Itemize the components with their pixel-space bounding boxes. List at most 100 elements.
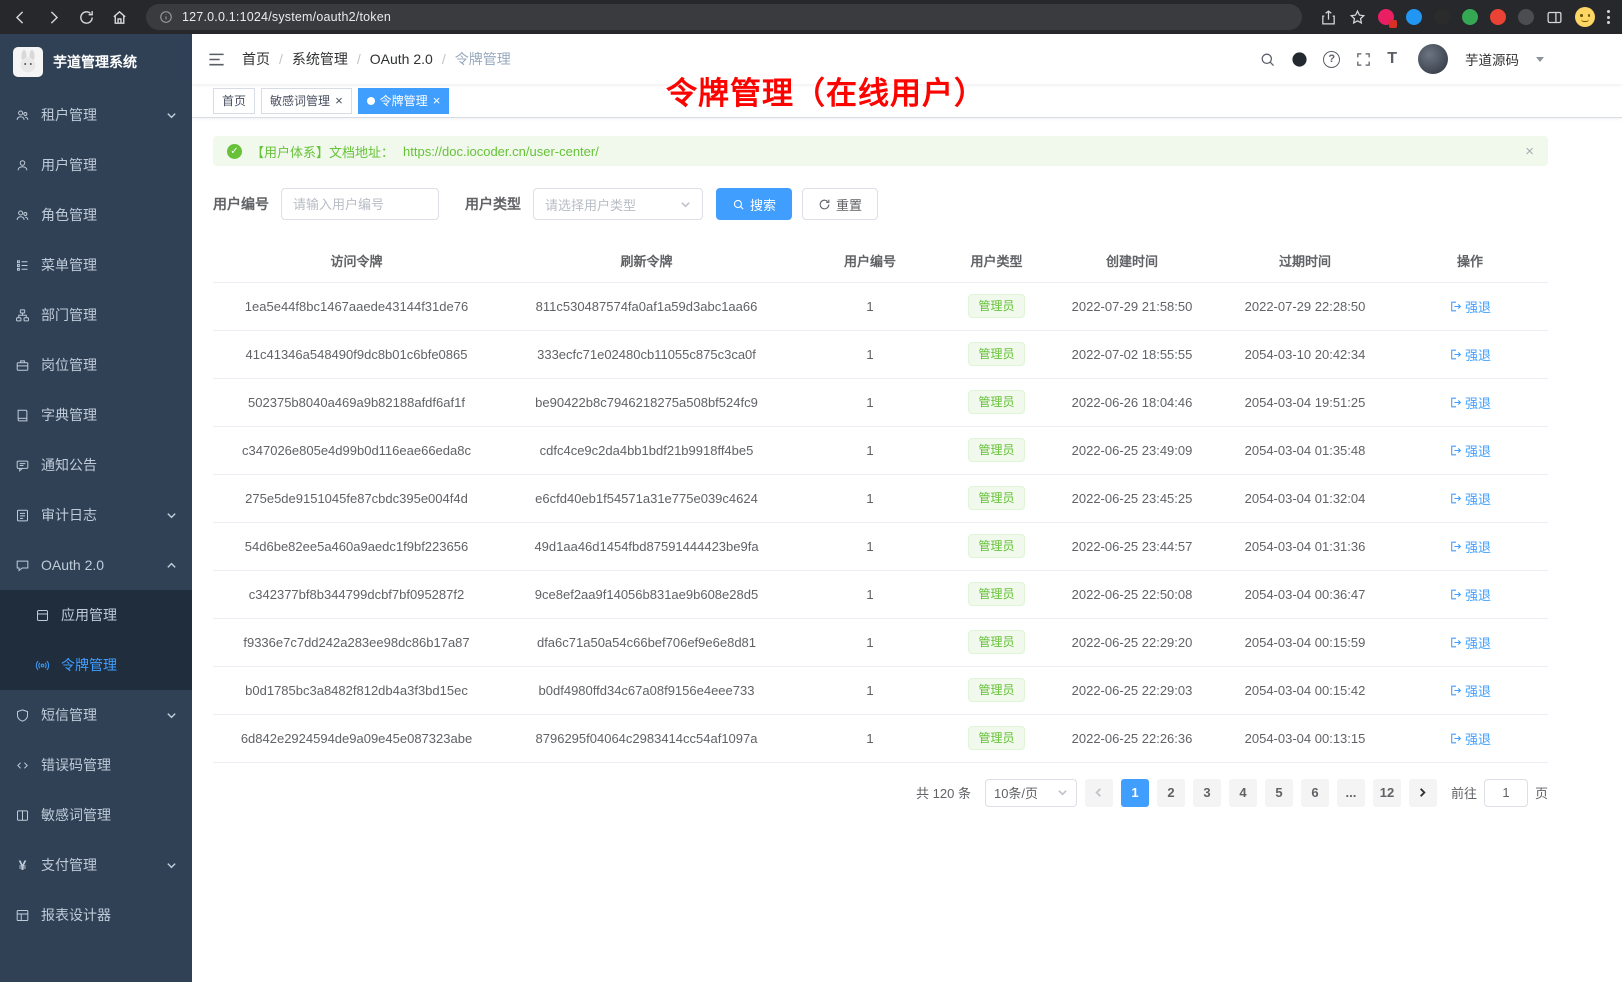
help-icon[interactable]: ? — [1323, 51, 1340, 68]
chevron-left-icon — [1093, 787, 1104, 798]
back-icon[interactable] — [12, 9, 29, 26]
sidebar-item-payment[interactable]: ¥ 支付管理 — [0, 840, 192, 890]
url-text[interactable]: 127.0.0.1:1024/system/oauth2/token — [182, 10, 391, 24]
tab-sensitive-words[interactable]: 敏感词管理 × — [261, 88, 352, 114]
sidebar-item-dict[interactable]: 字典管理 — [0, 390, 192, 440]
caret-down-icon[interactable] — [1536, 57, 1544, 62]
user-type-tag: 管理员 — [968, 342, 1024, 366]
sidebar-item-dept[interactable]: 部门管理 — [0, 290, 192, 340]
page-button-3[interactable]: 3 — [1193, 779, 1221, 807]
user-avatar[interactable] — [1418, 44, 1448, 74]
breadcrumb-system[interactable]: 系统管理 — [292, 49, 348, 69]
sidebar-item-tenant[interactable]: 租户管理 — [0, 90, 192, 140]
sidebar-item-error-code[interactable]: 错误码管理 — [0, 740, 192, 790]
page-button-12[interactable]: 12 — [1373, 779, 1401, 807]
reload-icon[interactable] — [78, 9, 95, 26]
tab-home[interactable]: 首页 — [213, 88, 255, 114]
extension-icon-1[interactable] — [1378, 9, 1394, 25]
extension-icon-3[interactable] — [1434, 9, 1450, 25]
goto-label: 前往 — [1451, 783, 1477, 802]
browser-profile-avatar[interactable] — [1575, 7, 1595, 27]
menu-icon — [15, 258, 30, 273]
sidebar-item-app-manage[interactable]: 应用管理 — [0, 590, 192, 640]
force-logout-button[interactable]: 强退 — [1449, 489, 1491, 508]
force-logout-button[interactable]: 强退 — [1449, 393, 1491, 412]
page-button-5[interactable]: 5 — [1265, 779, 1293, 807]
browser-menu-icon[interactable] — [1607, 10, 1610, 24]
bookmark-star-icon[interactable] — [1349, 9, 1366, 26]
search-form: 用户编号 用户类型 请选择用户类型 搜索 重置 — [213, 188, 1548, 220]
breadcrumb-home[interactable]: 首页 — [242, 49, 270, 69]
page-size-select[interactable]: 10条/页 — [985, 779, 1077, 807]
search-button[interactable]: 搜索 — [716, 188, 792, 220]
force-logout-button[interactable]: 强退 — [1449, 345, 1491, 364]
home-icon[interactable] — [111, 9, 128, 26]
sidebar-item-role[interactable]: 角色管理 — [0, 190, 192, 240]
page-button-4[interactable]: 4 — [1229, 779, 1257, 807]
github-icon[interactable] — [1291, 51, 1308, 68]
chevron-right-icon — [1417, 787, 1428, 798]
force-logout-button[interactable]: 强退 — [1449, 729, 1491, 748]
page-button-6[interactable]: 6 — [1301, 779, 1329, 807]
force-logout-button[interactable]: 强退 — [1449, 297, 1491, 316]
table-header-row: 访问令牌 刷新令牌 用户编号 用户类型 创建时间 过期时间 操作 — [213, 240, 1548, 282]
sidebar-item-notice[interactable]: 通知公告 — [0, 440, 192, 490]
next-page-button[interactable] — [1409, 779, 1437, 807]
reset-button[interactable]: 重置 — [802, 188, 878, 220]
user-type-tag: 管理员 — [968, 390, 1024, 414]
sidebar-item-oauth[interactable]: OAuth 2.0 — [0, 540, 192, 590]
font-size-icon[interactable]: T — [1387, 50, 1397, 68]
page-content: ✓ 【用户体系】文档地址： https://doc.iocoder.cn/use… — [192, 118, 1622, 982]
user-type-select[interactable]: 请选择用户类型 — [533, 188, 703, 220]
sidebar-item-audit-log[interactable]: 审计日志 — [0, 490, 192, 540]
user-type-tag: 管理员 — [968, 582, 1024, 606]
sidebar-item-sensitive-words[interactable]: 敏感词管理 — [0, 790, 192, 840]
extension-icon-2[interactable] — [1406, 9, 1422, 25]
chevron-down-icon — [1057, 787, 1068, 798]
close-icon[interactable]: × — [433, 94, 441, 107]
page-button-1[interactable]: 1 — [1121, 779, 1149, 807]
share-icon[interactable] — [1320, 9, 1337, 26]
username[interactable]: 芋道源码 — [1465, 49, 1519, 69]
logout-icon — [1449, 300, 1462, 313]
pagination: 共 120 条 10条/页 1 2 3 4 5 6 ... 12 前往 页 — [213, 779, 1548, 807]
sidebar-item-token-manage[interactable]: 令牌管理 — [0, 640, 192, 690]
breadcrumb-oauth[interactable]: OAuth 2.0 — [370, 51, 433, 67]
address-bar[interactable]: 127.0.0.1:1024/system/oauth2/token — [146, 4, 1302, 30]
sidebar-item-post[interactable]: 岗位管理 — [0, 340, 192, 390]
extension-icon-4[interactable] — [1462, 9, 1478, 25]
sidebar-item-sms[interactable]: 短信管理 — [0, 690, 192, 740]
doc-link[interactable]: https://doc.iocoder.cn/user-center/ — [403, 144, 599, 159]
report-designer-icon — [15, 908, 30, 923]
extension-icon-5[interactable] — [1490, 9, 1506, 25]
page-button-2[interactable]: 2 — [1157, 779, 1185, 807]
force-logout-button[interactable]: 强退 — [1449, 537, 1491, 556]
page-ellipsis[interactable]: ... — [1337, 779, 1365, 807]
force-logout-button[interactable]: 强退 — [1449, 633, 1491, 652]
forward-icon[interactable] — [45, 9, 62, 26]
app-logo[interactable]: 芋道管理系统 — [0, 34, 192, 90]
tab-token-manage[interactable]: 令牌管理 × — [358, 88, 450, 114]
user-type-tag: 管理员 — [968, 294, 1024, 318]
sms-icon — [15, 708, 30, 723]
force-logout-button[interactable]: 强退 — [1449, 585, 1491, 604]
extension-icon-6[interactable] — [1518, 9, 1534, 25]
hamburger-icon[interactable] — [207, 50, 226, 69]
sidebar-item-menu[interactable]: 菜单管理 — [0, 240, 192, 290]
site-info-icon[interactable] — [159, 10, 173, 24]
chevron-down-icon — [166, 710, 177, 721]
prev-page-button[interactable] — [1085, 779, 1113, 807]
search-icon[interactable] — [1259, 51, 1276, 68]
total-count: 共 120 条 — [916, 783, 971, 802]
fullscreen-icon[interactable] — [1355, 51, 1372, 68]
close-icon[interactable]: × — [335, 94, 343, 107]
split-view-icon[interactable] — [1546, 9, 1563, 26]
sidebar-item-report-designer[interactable]: 报表设计器 — [0, 890, 192, 940]
sidebar-item-user[interactable]: 用户管理 — [0, 140, 192, 190]
alert-close-icon[interactable]: × — [1525, 143, 1534, 160]
col-created: 创建时间 — [1046, 240, 1218, 282]
force-logout-button[interactable]: 强退 — [1449, 441, 1491, 460]
user-no-input[interactable] — [281, 188, 439, 220]
goto-page-input[interactable] — [1484, 779, 1528, 807]
force-logout-button[interactable]: 强退 — [1449, 681, 1491, 700]
